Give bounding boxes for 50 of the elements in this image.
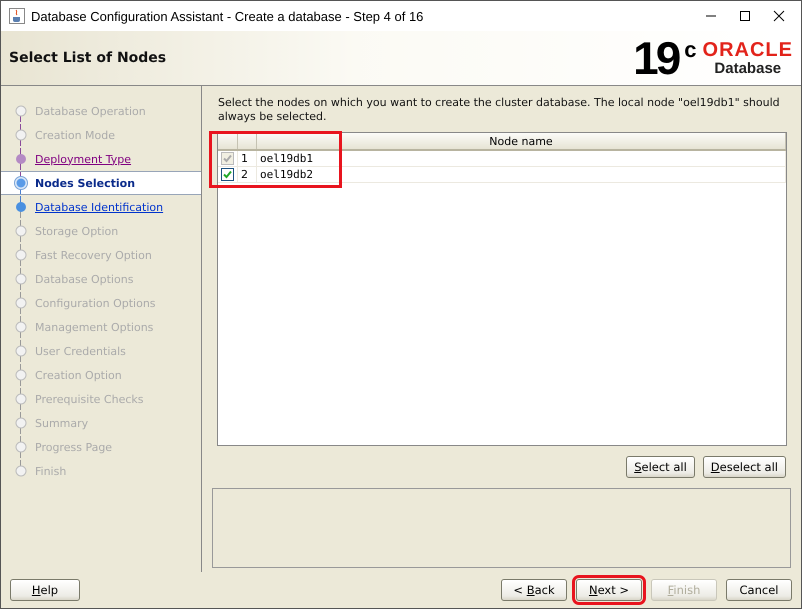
node-checkbox[interactable] (221, 168, 234, 182)
step-dot-icon (14, 272, 28, 286)
step-label: Management Options (35, 320, 154, 334)
instruction-text: Select the nodes on which you want to create the cluster database. The local node "oel19db1" should always be selected. (217, 96, 781, 124)
step-dot-icon (14, 296, 28, 310)
node-name-cell: oel19db2 (256, 166, 786, 182)
nav-button[interactable]: < Back (501, 579, 567, 601)
step-label[interactable]: Database Identification (35, 200, 164, 214)
step-dot-icon (14, 152, 28, 166)
step-label: Finish (35, 464, 66, 478)
row-number: 1 (238, 150, 256, 166)
column-header[interactable]: Node name (256, 133, 786, 150)
step-dot-icon (14, 224, 28, 238)
step-label: Creation Option (35, 368, 122, 382)
step-label: Progress Page (35, 440, 112, 454)
step-label: Database Operation (35, 104, 146, 118)
version-number: 19 (633, 35, 678, 81)
step-dot-icon (14, 440, 28, 454)
product-name: Database (714, 60, 782, 76)
page-title: Select List of Nodes (9, 50, 166, 66)
step-label: User Credentials (35, 344, 126, 358)
step-label: Summary (35, 416, 88, 430)
step-dot-icon (14, 392, 28, 406)
step-label: Database Options (35, 272, 134, 286)
step-dot-icon (14, 248, 28, 262)
step-dot-icon (14, 464, 28, 478)
brand-logo: ORACLE (702, 40, 793, 60)
step-dot-icon (14, 344, 28, 358)
version-superscript: c (684, 37, 697, 63)
step-label: Prerequisite Checks (35, 392, 144, 406)
java-cup-icon (9, 8, 25, 24)
step-dot-icon (14, 368, 28, 382)
help-button[interactable]: Help (10, 579, 80, 601)
select-all-button[interactable]: Select all (626, 456, 695, 478)
node-name-cell: oel19db1 (256, 150, 786, 166)
step-label: Storage Option (35, 224, 118, 238)
step-label[interactable]: Deployment Type (35, 152, 132, 166)
step-label: Configuration Options (35, 296, 156, 310)
step-label: Creation Mode (35, 128, 116, 142)
step-dot-icon (14, 320, 28, 334)
step-dot-icon (14, 176, 28, 190)
window-title: Database Configuration Assistant - Create a database - Step 4 of 16 (31, 8, 424, 24)
step-dot-icon (14, 128, 28, 142)
step-dot-icon (14, 200, 28, 214)
step-label: Fast Recovery Option (35, 248, 152, 262)
step-dot-icon (14, 104, 28, 118)
row-number: 2 (238, 166, 256, 182)
deselect-all-button[interactable]: Deselect all (702, 456, 786, 478)
step-dot-icon (14, 416, 28, 430)
nav-button[interactable]: Cancel (726, 579, 792, 601)
